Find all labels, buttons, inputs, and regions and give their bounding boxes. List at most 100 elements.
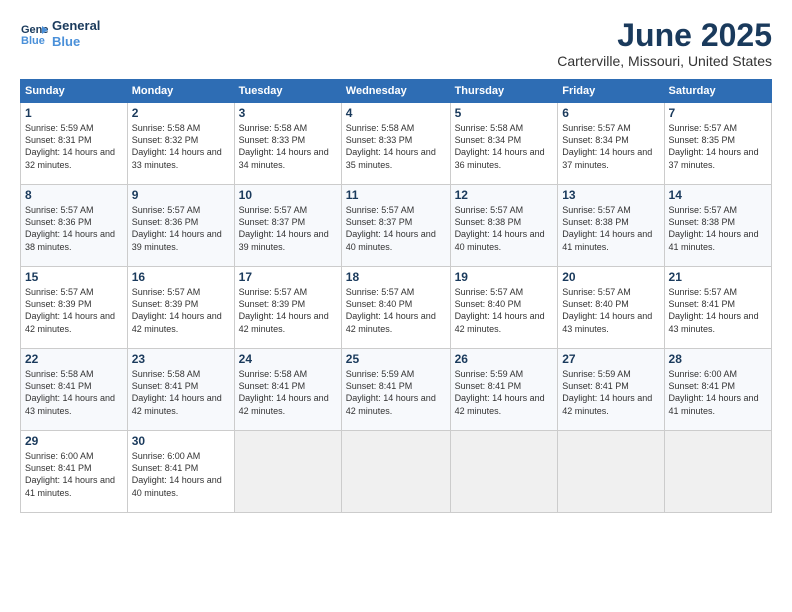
column-header-sunday: Sunday [21,80,128,103]
day-info: Sunrise: 5:57 AM Sunset: 8:34 PM Dayligh… [562,122,659,171]
day-number: 23 [132,352,230,366]
header: General Blue General Blue June 2025 Cart… [20,18,772,69]
day-info: Sunrise: 5:59 AM Sunset: 8:41 PM Dayligh… [346,368,446,417]
week-row-3: 15 Sunrise: 5:57 AM Sunset: 8:39 PM Dayl… [21,267,772,349]
day-info: Sunrise: 5:58 AM Sunset: 8:41 PM Dayligh… [132,368,230,417]
column-header-monday: Monday [127,80,234,103]
day-number: 9 [132,188,230,202]
day-info: Sunrise: 5:58 AM Sunset: 8:41 PM Dayligh… [239,368,337,417]
day-info: Sunrise: 5:57 AM Sunset: 8:37 PM Dayligh… [346,204,446,253]
header-row: SundayMondayTuesdayWednesdayThursdayFrid… [21,80,772,103]
day-number: 22 [25,352,123,366]
calendar-cell: 14 Sunrise: 5:57 AM Sunset: 8:38 PM Dayl… [664,185,771,267]
calendar-cell: 15 Sunrise: 5:57 AM Sunset: 8:39 PM Dayl… [21,267,128,349]
day-info: Sunrise: 5:57 AM Sunset: 8:40 PM Dayligh… [346,286,446,335]
calendar-cell: 17 Sunrise: 5:57 AM Sunset: 8:39 PM Dayl… [234,267,341,349]
day-number: 24 [239,352,337,366]
calendar-cell: 11 Sunrise: 5:57 AM Sunset: 8:37 PM Dayl… [341,185,450,267]
week-row-5: 29 Sunrise: 6:00 AM Sunset: 8:41 PM Dayl… [21,431,772,513]
calendar-cell: 9 Sunrise: 5:57 AM Sunset: 8:36 PM Dayli… [127,185,234,267]
column-header-tuesday: Tuesday [234,80,341,103]
day-info: Sunrise: 5:57 AM Sunset: 8:40 PM Dayligh… [562,286,659,335]
day-info: Sunrise: 5:57 AM Sunset: 8:38 PM Dayligh… [562,204,659,253]
week-row-2: 8 Sunrise: 5:57 AM Sunset: 8:36 PM Dayli… [21,185,772,267]
calendar-cell: 30 Sunrise: 6:00 AM Sunset: 8:41 PM Dayl… [127,431,234,513]
day-number: 29 [25,434,123,448]
calendar-cell: 13 Sunrise: 5:57 AM Sunset: 8:38 PM Dayl… [558,185,664,267]
day-number: 1 [25,106,123,120]
calendar-cell: 19 Sunrise: 5:57 AM Sunset: 8:40 PM Dayl… [450,267,558,349]
day-info: Sunrise: 6:00 AM Sunset: 8:41 PM Dayligh… [132,450,230,499]
day-number: 26 [455,352,554,366]
calendar-cell [341,431,450,513]
calendar-table: SundayMondayTuesdayWednesdayThursdayFrid… [20,79,772,513]
day-info: Sunrise: 5:58 AM Sunset: 8:33 PM Dayligh… [346,122,446,171]
day-number: 16 [132,270,230,284]
day-number: 3 [239,106,337,120]
week-row-4: 22 Sunrise: 5:58 AM Sunset: 8:41 PM Dayl… [21,349,772,431]
day-number: 10 [239,188,337,202]
calendar-cell: 5 Sunrise: 5:58 AM Sunset: 8:34 PM Dayli… [450,103,558,185]
calendar-cell: 12 Sunrise: 5:57 AM Sunset: 8:38 PM Dayl… [450,185,558,267]
logo-text: General Blue [52,18,100,49]
calendar-cell: 10 Sunrise: 5:57 AM Sunset: 8:37 PM Dayl… [234,185,341,267]
calendar-cell: 20 Sunrise: 5:57 AM Sunset: 8:40 PM Dayl… [558,267,664,349]
calendar-cell: 27 Sunrise: 5:59 AM Sunset: 8:41 PM Dayl… [558,349,664,431]
calendar-cell: 23 Sunrise: 5:58 AM Sunset: 8:41 PM Dayl… [127,349,234,431]
day-number: 13 [562,188,659,202]
calendar-cell: 26 Sunrise: 5:59 AM Sunset: 8:41 PM Dayl… [450,349,558,431]
calendar-cell [234,431,341,513]
logo: General Blue General Blue [20,18,100,49]
column-header-thursday: Thursday [450,80,558,103]
day-info: Sunrise: 5:58 AM Sunset: 8:33 PM Dayligh… [239,122,337,171]
calendar-cell: 18 Sunrise: 5:57 AM Sunset: 8:40 PM Dayl… [341,267,450,349]
calendar-cell: 6 Sunrise: 5:57 AM Sunset: 8:34 PM Dayli… [558,103,664,185]
day-info: Sunrise: 5:57 AM Sunset: 8:41 PM Dayligh… [669,286,767,335]
column-header-friday: Friday [558,80,664,103]
day-info: Sunrise: 5:59 AM Sunset: 8:41 PM Dayligh… [562,368,659,417]
day-number: 30 [132,434,230,448]
calendar-cell: 4 Sunrise: 5:58 AM Sunset: 8:33 PM Dayli… [341,103,450,185]
day-info: Sunrise: 6:00 AM Sunset: 8:41 PM Dayligh… [25,450,123,499]
day-number: 19 [455,270,554,284]
calendar-cell [664,431,771,513]
calendar-cell: 7 Sunrise: 5:57 AM Sunset: 8:35 PM Dayli… [664,103,771,185]
day-info: Sunrise: 5:58 AM Sunset: 8:34 PM Dayligh… [455,122,554,171]
calendar-cell: 2 Sunrise: 5:58 AM Sunset: 8:32 PM Dayli… [127,103,234,185]
day-number: 18 [346,270,446,284]
location: Carterville, Missouri, United States [557,53,772,69]
day-info: Sunrise: 5:57 AM Sunset: 8:39 PM Dayligh… [25,286,123,335]
day-info: Sunrise: 5:58 AM Sunset: 8:41 PM Dayligh… [25,368,123,417]
calendar-cell: 3 Sunrise: 5:58 AM Sunset: 8:33 PM Dayli… [234,103,341,185]
month-title: June 2025 [557,18,772,53]
day-number: 5 [455,106,554,120]
column-header-wednesday: Wednesday [341,80,450,103]
day-number: 8 [25,188,123,202]
day-number: 27 [562,352,659,366]
week-row-1: 1 Sunrise: 5:59 AM Sunset: 8:31 PM Dayli… [21,103,772,185]
day-info: Sunrise: 5:59 AM Sunset: 8:31 PM Dayligh… [25,122,123,171]
calendar-cell: 22 Sunrise: 5:58 AM Sunset: 8:41 PM Dayl… [21,349,128,431]
day-info: Sunrise: 5:58 AM Sunset: 8:32 PM Dayligh… [132,122,230,171]
logo-icon: General Blue [20,20,48,48]
day-number: 21 [669,270,767,284]
day-number: 4 [346,106,446,120]
day-info: Sunrise: 5:57 AM Sunset: 8:35 PM Dayligh… [669,122,767,171]
page: General Blue General Blue June 2025 Cart… [0,0,792,612]
day-info: Sunrise: 5:59 AM Sunset: 8:41 PM Dayligh… [455,368,554,417]
day-info: Sunrise: 5:57 AM Sunset: 8:40 PM Dayligh… [455,286,554,335]
day-number: 15 [25,270,123,284]
day-info: Sunrise: 5:57 AM Sunset: 8:38 PM Dayligh… [455,204,554,253]
svg-text:Blue: Blue [21,35,45,47]
calendar-cell: 29 Sunrise: 6:00 AM Sunset: 8:41 PM Dayl… [21,431,128,513]
day-info: Sunrise: 5:57 AM Sunset: 8:39 PM Dayligh… [132,286,230,335]
day-number: 7 [669,106,767,120]
title-block: June 2025 Carterville, Missouri, United … [557,18,772,69]
calendar-cell [450,431,558,513]
day-number: 25 [346,352,446,366]
day-info: Sunrise: 6:00 AM Sunset: 8:41 PM Dayligh… [669,368,767,417]
day-number: 17 [239,270,337,284]
calendar-cell: 16 Sunrise: 5:57 AM Sunset: 8:39 PM Dayl… [127,267,234,349]
calendar-cell: 24 Sunrise: 5:58 AM Sunset: 8:41 PM Dayl… [234,349,341,431]
calendar-cell: 8 Sunrise: 5:57 AM Sunset: 8:36 PM Dayli… [21,185,128,267]
